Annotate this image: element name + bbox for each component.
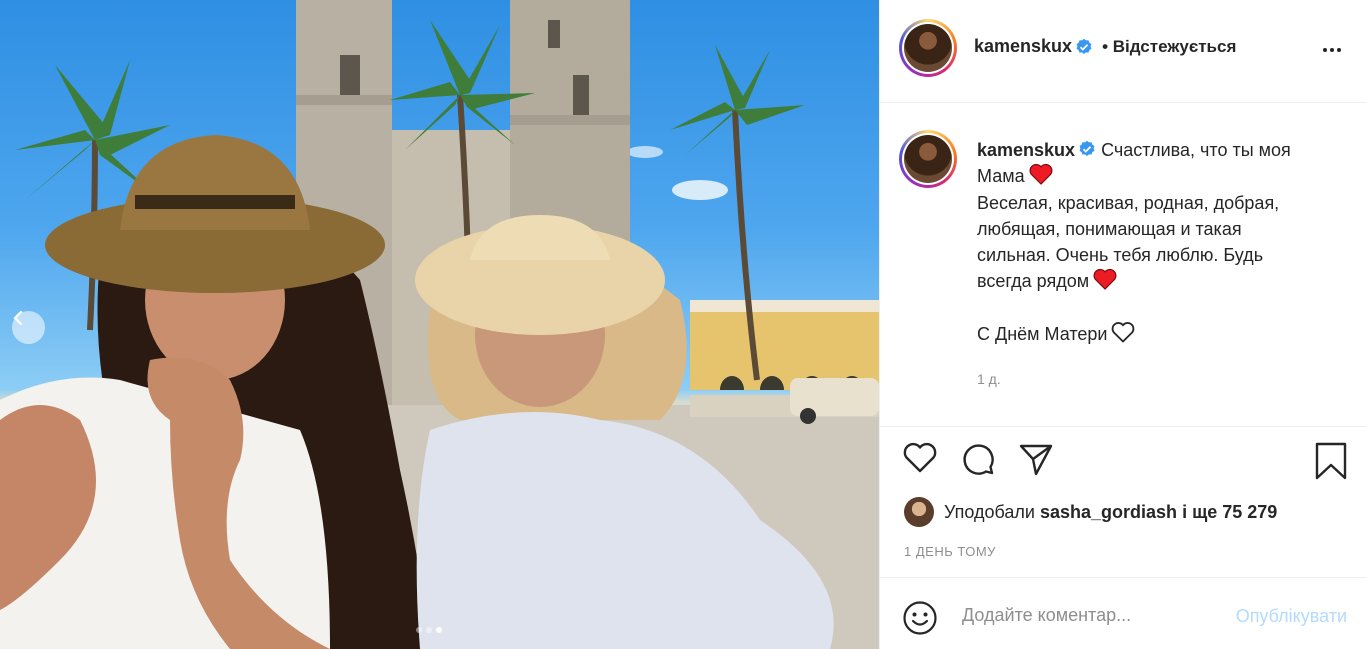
liker-username-link[interactable]: sasha_gordiash — [1040, 502, 1177, 523]
liker-avatar[interactable] — [904, 497, 934, 527]
caption-line: Счастлива, что ты моя — [1101, 140, 1291, 160]
chevron-left-icon — [13, 311, 23, 325]
likes-count-link[interactable]: і ще 75 279 — [1182, 502, 1277, 523]
red-heart-emoji-icon — [1029, 164, 1053, 186]
caption-line: всегда рядом — [977, 271, 1090, 292]
carousel-dot — [416, 627, 422, 633]
caption-line: С Днём Матери — [977, 324, 1108, 345]
paper-plane-icon[interactable] — [1018, 441, 1054, 477]
caption-text: kamenskux Счастлива, что ты моя Мама Вес… — [977, 137, 1337, 347]
post-panel: kamenskux • Відстежується kamenskux Счас… — [879, 0, 1366, 649]
comment-bar: Опублікувати — [880, 577, 1366, 649]
heart-outline-icon[interactable] — [902, 441, 938, 475]
caption-line: любящая, понимающая и такая — [977, 218, 1242, 239]
action-bar — [900, 441, 1350, 489]
caption-timestamp[interactable]: 1 д. — [977, 371, 1001, 387]
more-horizontal-icon[interactable] — [1320, 38, 1344, 62]
publish-button[interactable]: Опублікувати — [1236, 606, 1347, 627]
caption-line: Веселая, красивая, родная, добрая, — [977, 192, 1280, 213]
post-date[interactable]: 1 ДЕНЬ ТОМУ — [904, 544, 996, 559]
bookmark-icon[interactable] — [1314, 441, 1348, 481]
username-link[interactable]: kamenskux — [974, 36, 1072, 57]
verified-badge-icon — [1076, 38, 1092, 54]
photo-illustration — [0, 0, 879, 649]
carousel-dot — [426, 627, 432, 633]
post-header: kamenskux • Відстежується — [880, 0, 1366, 103]
verified-badge-icon — [1079, 140, 1095, 156]
caption-username-link[interactable]: kamenskux — [977, 140, 1075, 160]
avatar[interactable] — [899, 130, 957, 188]
carousel-dot-active — [436, 627, 442, 633]
avatar-image — [904, 135, 952, 183]
red-heart-emoji-icon — [1093, 269, 1117, 291]
header-user: kamenskux • Відстежується — [974, 36, 1236, 57]
likes-prefix: Уподобали — [944, 501, 1035, 522]
carousel-prev-button[interactable] — [12, 311, 45, 344]
caption-line: сильная. Очень тебя люблю. Будь — [977, 245, 1264, 266]
post-photo[interactable] — [0, 0, 879, 649]
caption-line: Мама — [977, 166, 1025, 187]
comment-icon[interactable] — [960, 441, 996, 477]
white-heart-emoji-icon — [1112, 322, 1135, 343]
emoji-smile-icon[interactable] — [902, 600, 938, 636]
avatar-image — [904, 24, 952, 72]
comment-input[interactable] — [962, 600, 1202, 630]
avatar[interactable] — [899, 19, 957, 77]
carousel-indicator — [416, 627, 442, 633]
follow-status[interactable]: • Відстежується — [1102, 37, 1236, 57]
likes-summary: Уподобали sasha_gordiash і ще 75 279 — [904, 497, 1277, 527]
